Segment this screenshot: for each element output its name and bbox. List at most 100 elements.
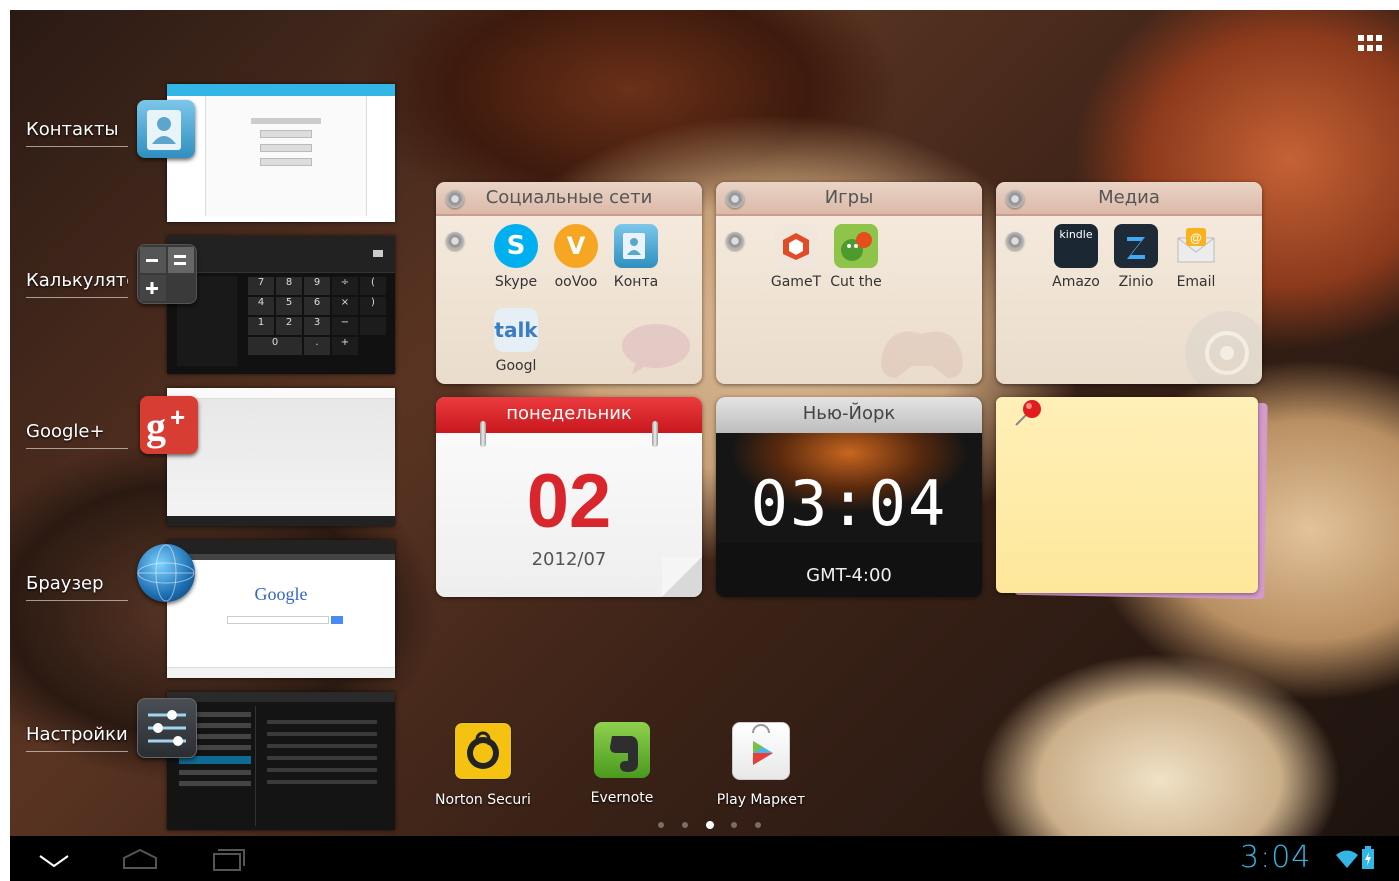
chat-bubble-decoration-icon <box>622 324 690 374</box>
calc-key: − <box>332 317 358 335</box>
svg-text:g: g <box>146 404 166 449</box>
recent-thumbnail[interactable]: 7 8 9 ÷ ( 4 5 6 × ) 1 2 3 − 0 . + <box>167 236 395 374</box>
app-zinio[interactable]: Zinio <box>1104 224 1168 290</box>
calculator-keypad: 7 8 9 ÷ ( 4 5 6 × ) 1 2 3 − 0 . + <box>247 276 387 356</box>
app-label: Amazo <box>1052 274 1100 290</box>
home-screen: Контакты Калькулятор 7 8 9 ÷ <box>10 10 1399 836</box>
app-skype[interactable]: S Skype <box>484 224 548 290</box>
thumbnail-content <box>205 96 367 216</box>
skype-icon: S <box>494 224 538 268</box>
recent-thumbnail[interactable] <box>167 388 395 526</box>
zinio-icon <box>1114 224 1158 268</box>
dock-app-label: Evernote <box>590 790 654 806</box>
page-indicator-dot <box>755 822 761 828</box>
evernote-icon <box>594 722 650 778</box>
google-talk-icon: talk <box>494 308 538 352</box>
calc-key: 3 <box>304 317 330 335</box>
calculator-display <box>167 236 395 273</box>
app-label: ooVoo <box>554 274 598 290</box>
disc-decoration-icon <box>1185 311 1262 384</box>
app-oovoo[interactable]: V ooVoo <box>544 224 608 290</box>
pin-icon <box>1006 190 1024 208</box>
page-curl-icon <box>662 557 702 597</box>
dock-app-label: Norton Securi <box>435 792 531 808</box>
app-contacts[interactable]: Конта <box>604 224 668 290</box>
thumbnail-actionbar <box>167 84 395 96</box>
calc-key: 7 <box>248 277 274 295</box>
app-label: Skype <box>494 274 538 290</box>
oovoo-icon: V <box>554 224 598 268</box>
battery-charging-icon <box>1362 846 1374 869</box>
dock-app-evernote[interactable]: Evernote <box>567 722 677 806</box>
dock-app-play-store[interactable]: Play Маркет <box>706 722 816 808</box>
sticky-note-widget[interactable] <box>996 397 1268 600</box>
pushpin-icon <box>1015 400 1041 426</box>
folder-title: Социальные сети <box>436 182 702 216</box>
system-bar: 3:04 <box>10 836 1399 881</box>
calc-key-blank <box>360 317 386 335</box>
page-indicator-dot <box>731 822 737 828</box>
folder-media[interactable]: Медиа kindle Amazo Zinio @ Email <box>996 182 1262 384</box>
recent-apps-icon[interactable] <box>206 844 250 874</box>
dock-app-norton[interactable]: Norton Securi <box>428 722 538 808</box>
calc-key: 1 <box>248 317 274 335</box>
app-email[interactable]: @ Email <box>1164 224 1228 290</box>
pin-icon <box>1006 232 1024 250</box>
calc-key: . <box>304 337 330 355</box>
calc-key: 6 <box>304 297 330 315</box>
status-clock[interactable]: 3:04 <box>1240 840 1311 875</box>
calc-key: 0 <box>248 337 302 355</box>
calc-key: 8 <box>276 277 302 295</box>
play-store-icon <box>732 722 790 780</box>
gamepad-decoration-icon <box>881 331 963 378</box>
folder-social[interactable]: Социальные сети S Skype V ooVoo Конта ta… <box>436 182 702 384</box>
clock-city: Нью-Йорк <box>716 397 982 433</box>
all-apps-icon[interactable] <box>1355 33 1385 57</box>
folder-title: Медиа <box>996 182 1262 216</box>
contacts-icon <box>614 224 658 268</box>
calc-key: × <box>332 297 358 315</box>
svg-text:@: @ <box>1190 231 1202 245</box>
page-indicator-dot <box>658 822 664 828</box>
settings-sliders-icon <box>137 698 197 758</box>
home-icon[interactable] <box>118 844 162 874</box>
recent-thumbnail[interactable] <box>167 692 395 830</box>
svg-text:+: + <box>170 402 185 432</box>
app-kindle[interactable]: kindle Amazo <box>1044 224 1108 290</box>
app-label: GameT <box>770 274 822 290</box>
email-icon: @ <box>1174 224 1218 268</box>
calc-key: ) <box>360 297 386 315</box>
app-label: Cut the <box>830 274 882 290</box>
calc-key: 4 <box>248 297 274 315</box>
dock-app-label: Play Маркет <box>716 792 806 808</box>
recent-thumbnail[interactable]: Google <box>167 540 395 678</box>
calc-key: 5 <box>276 297 302 315</box>
google-logo-thumb: Google <box>254 584 308 604</box>
calendar-ring-right-icon <box>652 421 658 447</box>
folder-games[interactable]: Игры GameT Cut the <box>716 182 982 384</box>
app-cut-the-rope[interactable]: Cut the <box>824 224 888 290</box>
app-label: Googl <box>495 358 537 374</box>
clock-timezone: GMT-4:00 <box>806 565 892 586</box>
pin-icon <box>446 232 464 250</box>
recent-thumbnail[interactable] <box>167 84 395 222</box>
back-down-icon[interactable] <box>34 848 74 872</box>
browser-globe-icon <box>137 544 195 602</box>
calendar-widget[interactable]: понедельник 02 2012/07 <box>436 397 702 597</box>
clock-time: 03:04 <box>750 467 948 540</box>
contacts-icon <box>137 100 195 158</box>
app-label: Конта <box>613 274 659 290</box>
recent-app-label: Браузер <box>26 573 128 601</box>
app-gametime[interactable]: GameT <box>764 224 828 290</box>
calc-key: 2 <box>276 317 302 335</box>
app-google-talk[interactable]: talk Googl <box>484 308 548 374</box>
gametime-icon <box>774 224 818 268</box>
world-clock-widget[interactable]: Нью-Йорк 03:04 GMT-4:00 <box>716 397 982 597</box>
page-indicator-dot <box>682 822 688 828</box>
calendar-ring-left-icon <box>480 421 486 447</box>
cut-the-rope-icon <box>834 224 878 268</box>
kindle-icon: kindle <box>1054 224 1098 268</box>
recent-app-label: Настройки <box>26 724 128 752</box>
page-indicator-dot-active <box>706 821 714 829</box>
app-label: Email <box>1176 274 1216 290</box>
